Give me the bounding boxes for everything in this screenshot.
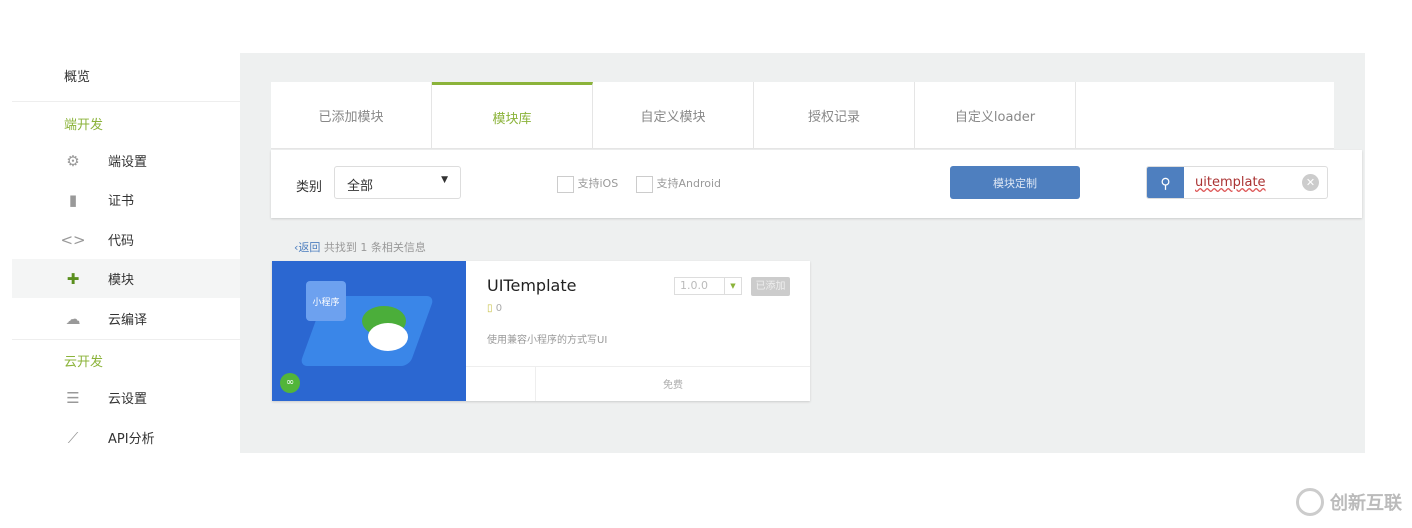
gear-icon: ⚙ [66,151,80,170]
results-summary: 共找到 1 条相关信息 [323,241,426,254]
sidebar-item-certificate[interactable]: ▮ 证书 [12,180,240,219]
puzzle-icon: ✚ [66,269,80,288]
android-checkbox[interactable]: 支持Android [636,175,721,193]
price-label: 免费 [663,380,683,391]
download-count: ▯ 0 [487,303,503,314]
checkbox-android[interactable] [636,175,653,193]
divider [12,101,240,102]
back-link[interactable]: ‹返回 [294,241,320,254]
version-select[interactable]: 1.0.0 ▼ [674,277,742,295]
module-image: 小程序 ∞ [272,261,466,401]
category-value: 全部 [347,179,374,194]
tab-auth-records[interactable]: 授权记录 [754,82,915,149]
filter-bar: 类别 全部 ▼ 支持iOS 支持Android 模块定制 ⚲ uitemplate… [271,150,1362,218]
sidebar-item-overview[interactable]: 概览 [12,56,240,95]
chart-icon: ⟋ [67,428,79,447]
caret-down-icon: ▼ [441,175,448,185]
ios-label: 支持iOS [577,177,619,190]
tab-module-library[interactable]: 模块库 [432,82,593,149]
search-icon[interactable]: ⚲ [1147,167,1184,198]
main-content: 已添加模块 模块库 自定义模块 授权记录 自定义loader 类别 全部 ▼ 支持… [240,53,1365,453]
code-icon: <> [60,230,86,249]
clear-icon[interactable]: ✕ [1302,174,1319,191]
section-cloud-dev: 云开发 [64,355,104,370]
custom-module-button[interactable]: 模块定制 [950,166,1080,199]
sidebar: 概览 端开发 ⚙ 端设置 ▮ 证书 <> 代码 ✚ 模块 ☁ 云编译 云开发 ☰ 云设置 ⟋… [12,53,240,453]
sidebar-item-code[interactable]: <> 代码 [12,220,240,259]
sidebar-item-api-analysis[interactable]: ⟋ API分析 [12,418,240,457]
certificate-icon: ▮ [68,190,78,209]
module-description: 使用兼容小程序的方式写UI [487,335,608,346]
tab-added-modules[interactable]: 已添加模块 [271,82,432,149]
ios-checkbox[interactable]: 支持iOS [557,175,618,193]
module-name: UITemplate [487,276,577,295]
sidebar-item-cloud-compile[interactable]: ☁ 云编译 [12,299,240,338]
divider [12,339,240,340]
tab-custom-modules[interactable]: 自定义模块 [593,82,754,149]
sliders-icon: ☰ [66,388,80,407]
category-select[interactable]: 全部 ▼ [334,166,461,199]
caret-down-icon: ▼ [724,278,741,294]
sidebar-item-module[interactable]: ✚ 模块 [12,259,240,298]
search-input[interactable]: uitemplate [1195,175,1266,190]
sidebar-item-client-settings[interactable]: ⚙ 端设置 [12,141,240,180]
module-card[interactable]: 小程序 ∞ UITemplate ▯ 0 使用兼容小程序的方式写UI 1.0.0… [272,261,810,401]
mini-program-icon: ∞ [280,373,300,393]
category-label: 类别 [296,180,323,195]
cloud-icon: ☁ [65,309,81,328]
sidebar-item-cloud-settings[interactable]: ☰ 云设置 [12,378,240,417]
phone-icon: ▯ [487,303,493,314]
android-label: 支持Android [656,177,722,190]
results-info: ‹返回 共找到 1 条相关信息 [294,239,426,255]
watermark: 创新互联 [1296,488,1402,516]
section-client-dev: 端开发 [64,118,104,133]
added-status-button: 已添加 [751,277,790,296]
checkbox-ios[interactable] [557,175,574,193]
mini-program-label: 小程序 [306,281,346,321]
tab-bar: 已添加模块 模块库 自定义模块 授权记录 自定义loader [271,82,1334,149]
watermark-logo-icon [1296,488,1324,516]
search-box[interactable]: ⚲ uitemplate ✕ [1146,166,1328,199]
tab-custom-loader[interactable]: 自定义loader [915,82,1076,149]
